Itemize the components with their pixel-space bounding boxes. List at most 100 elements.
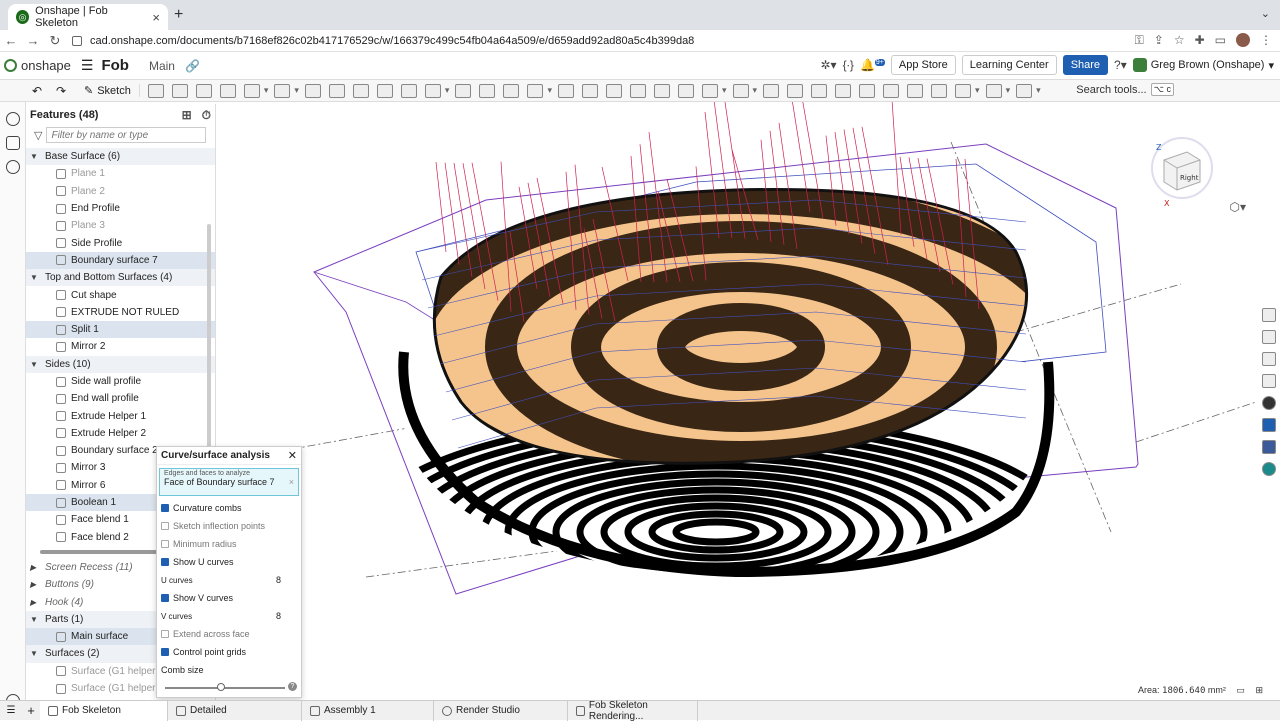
replace-face-icon[interactable] [629, 83, 646, 98]
sketch-inflection-option[interactable]: Sketch inflection points [157, 517, 301, 535]
feature-item[interactable]: Mirror 2 [26, 338, 215, 355]
close-icon[interactable]: × [152, 10, 160, 25]
chevron-down-icon[interactable]: ▼ [30, 360, 40, 369]
comments-icon[interactable] [5, 112, 20, 126]
code-braces-icon[interactable]: {∙} [843, 58, 854, 72]
v-curves-field[interactable]: V curves 8 [157, 607, 301, 625]
sweep-icon[interactable] [195, 83, 212, 98]
move-face-icon[interactable] [605, 83, 622, 98]
thicken-icon[interactable] [243, 83, 260, 98]
control-point-grids-option[interactable]: Control point grids [157, 643, 301, 661]
feature-folder[interactable]: ▼ Top and Bottom Surfaces (4) [26, 269, 215, 287]
checkbox[interactable] [161, 630, 169, 638]
filter-input[interactable] [46, 127, 207, 143]
bug-icon[interactable]: ✲▾ [821, 58, 837, 72]
revolve-icon[interactable] [171, 83, 188, 98]
field-value[interactable]: 8 [276, 611, 281, 621]
feature-item[interactable]: Plane 2 [26, 183, 215, 200]
feature-item[interactable]: EXTRUDE NOT RULED [26, 304, 215, 321]
parts-icon[interactable] [5, 136, 20, 150]
chevron-down-icon[interactable]: ⌄ [1261, 7, 1270, 20]
feature-item[interactable]: Side wall profile [26, 373, 215, 390]
draft-icon[interactable] [328, 83, 345, 98]
frame-icon[interactable] [955, 83, 972, 98]
checkbox-checked[interactable] [161, 594, 169, 602]
help-icon[interactable]: ? [288, 682, 297, 691]
pattern-icon[interactable] [424, 83, 441, 98]
enclose-icon[interactable] [907, 83, 924, 98]
onshape-logo[interactable]: onshape [4, 58, 71, 73]
tab-render-studio[interactable]: Render Studio [434, 700, 568, 721]
extrude-icon[interactable] [147, 83, 164, 98]
measure-icon[interactable] [1262, 374, 1276, 388]
selection-field[interactable]: Edges and faces to analyze Face of Bound… [159, 468, 299, 496]
undo-icon[interactable]: ↶ [32, 84, 48, 98]
link-icon[interactable]: 🔗 [185, 59, 200, 73]
sidebar-icon[interactable]: ▭ [1215, 33, 1226, 48]
fill-icon[interactable] [859, 83, 876, 98]
new-tab-icon[interactable]: + [174, 6, 183, 24]
feature-item[interactable]: Plane 1 [26, 165, 215, 182]
fit-spline-icon[interactable] [787, 83, 804, 98]
extensions-icon[interactable]: ✚ [1195, 33, 1205, 48]
loft-icon[interactable] [219, 83, 236, 98]
tab-assembly-1[interactable]: Assembly 1 [302, 700, 434, 721]
rib-icon[interactable] [400, 83, 417, 98]
mirror-icon[interactable] [455, 83, 472, 98]
star-icon[interactable]: ☆ [1174, 33, 1185, 48]
feature-item[interactable]: Cut shape [26, 286, 215, 303]
hole-icon[interactable] [376, 83, 393, 98]
document-name[interactable]: Fob [101, 57, 129, 74]
feature-item[interactable]: Extrude Helper 2 [26, 425, 215, 442]
rollback-timer-icon[interactable]: ⏱ [202, 108, 211, 123]
grid-icon[interactable]: ⊞ [1255, 685, 1263, 695]
feature-list-scrollbar[interactable] [207, 224, 211, 464]
feature-folder[interactable]: ▼ Sides (10) [26, 355, 215, 373]
key-icon[interactable]: ⚿ [1135, 33, 1144, 48]
sheet-metal-icon[interactable] [931, 83, 948, 98]
feature-item[interactable]: Split 1 [26, 320, 215, 339]
search-tools[interactable]: Search tools... ⌥ c [1076, 83, 1174, 96]
field-value[interactable]: 8 [276, 575, 281, 585]
history-icon[interactable] [5, 160, 20, 174]
plastic-icon[interactable] [985, 83, 1002, 98]
shell-icon[interactable] [352, 83, 369, 98]
sketch-button[interactable]: ✎ Sketch [76, 84, 140, 97]
workspace-branch[interactable]: Main [149, 59, 175, 73]
modify-fillet-icon[interactable] [581, 83, 598, 98]
hamburger-menu-icon[interactable]: ☰ [81, 57, 94, 74]
helix-icon[interactable] [763, 83, 780, 98]
split-icon[interactable] [503, 83, 520, 98]
help-icon[interactable]: ?▾ [1114, 58, 1127, 72]
share-button[interactable]: Share [1062, 55, 1109, 75]
view-options-icon[interactable]: ⬡▾ [1230, 200, 1247, 214]
configurations-icon[interactable] [1262, 330, 1276, 344]
checkbox[interactable] [161, 522, 169, 530]
variable-table-icon[interactable] [1262, 352, 1276, 366]
boundary-surface-icon[interactable] [835, 83, 852, 98]
feature-list-hscrollbar[interactable] [40, 550, 158, 554]
checkbox-checked[interactable] [161, 558, 169, 566]
url-field[interactable]: cad.onshape.com/documents/b7168ef826c02b… [72, 31, 1152, 51]
checkbox-checked[interactable] [161, 504, 169, 512]
add-tab-icon[interactable]: + [22, 703, 40, 718]
offset-surface-icon[interactable] [653, 83, 670, 98]
mate-connector-icon[interactable] [701, 83, 718, 98]
graphics-viewport[interactable]: Z X Right ⬡▾ [216, 102, 1256, 698]
redo-icon[interactable]: ↷ [56, 84, 72, 98]
feature-item[interactable]: End wall profile [26, 390, 215, 407]
measure-icon[interactable]: ▭ [1236, 685, 1245, 695]
model-canvas[interactable] [216, 102, 1256, 698]
checkbox[interactable] [161, 540, 169, 548]
u-curves-field[interactable]: U curves 8 [157, 571, 301, 589]
app-mh-icon[interactable] [1262, 418, 1276, 432]
custom-feature-icon[interactable] [1016, 83, 1033, 98]
comb-size-slider[interactable]: ? [165, 681, 297, 695]
chevron-down-icon[interactable]: ▼ [30, 273, 40, 282]
chevron-down-icon[interactable]: ▼ [30, 649, 40, 658]
chevron-right-icon[interactable]: ▶ [30, 580, 40, 589]
slider-knob[interactable] [217, 683, 225, 691]
close-icon[interactable]: ✕ [288, 449, 297, 462]
reload-icon[interactable]: ↻ [44, 33, 66, 49]
tab-detailed[interactable]: Detailed [168, 700, 302, 721]
